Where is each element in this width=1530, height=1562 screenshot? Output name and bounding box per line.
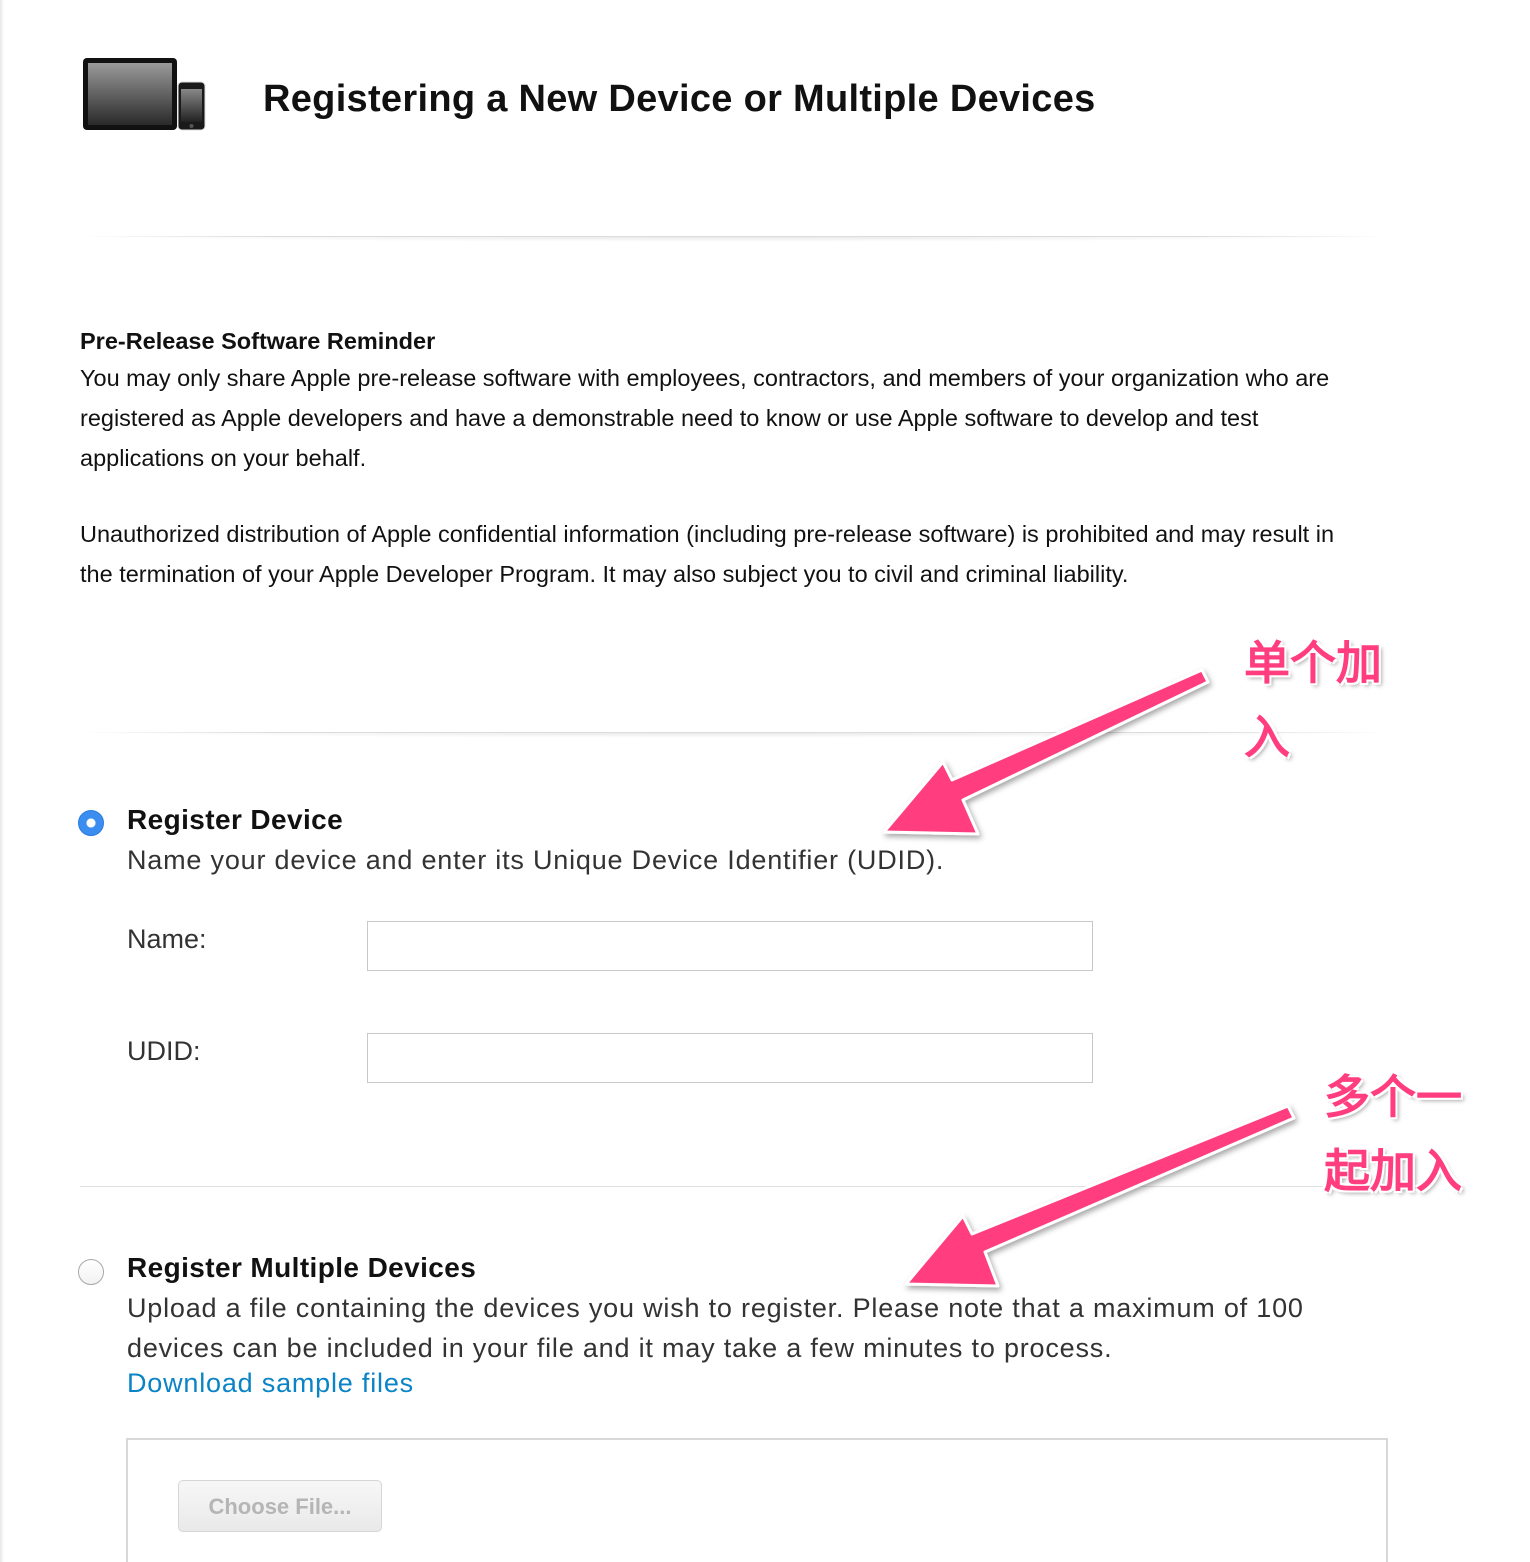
udid-input[interactable]: [367, 1033, 1093, 1083]
window-edge: [0, 0, 4, 1562]
register-device-description: Name your device and enter its Unique De…: [127, 845, 945, 875]
register-device-radio[interactable]: [78, 810, 104, 836]
reminder-heading: Pre-Release Software Reminder: [80, 328, 436, 354]
pre-release-reminder: Pre-Release Software Reminder You may on…: [80, 324, 1370, 594]
register-device-title: Register Device: [127, 804, 344, 835]
register-multiple-radio[interactable]: [78, 1259, 104, 1285]
options-divider: [80, 1186, 1390, 1187]
page-title: Registering a New Device or Multiple Dev…: [263, 78, 1096, 120]
register-multiple-title: Register Multiple Devices: [127, 1252, 477, 1283]
arrow-single-icon: [882, 668, 1210, 836]
reminder-paragraph: Unauthorized distribution of Apple confi…: [80, 521, 1335, 587]
choose-file-button[interactable]: Choose File...: [178, 1480, 382, 1532]
page: Registering a New Device or Multiple Dev…: [0, 0, 1530, 1562]
section-divider: [80, 732, 1390, 738]
annotation-multiple-add: 多个一起加入: [1324, 1070, 1462, 1198]
arrow-multiple-icon: [904, 1104, 1296, 1288]
name-label: Name:: [127, 924, 207, 954]
ipad-iphone-icon: [83, 58, 206, 131]
header-divider: [80, 236, 1390, 242]
register-multiple-description: Upload a file containing the devices you…: [127, 1293, 1304, 1363]
reminder-paragraph: You may only share Apple pre-release sof…: [80, 365, 1330, 471]
name-input[interactable]: [367, 921, 1093, 971]
download-sample-files-link[interactable]: Download sample files: [127, 1368, 414, 1399]
annotation-single-add: 单个加入: [1244, 636, 1382, 764]
udid-label: UDID:: [127, 1036, 201, 1066]
